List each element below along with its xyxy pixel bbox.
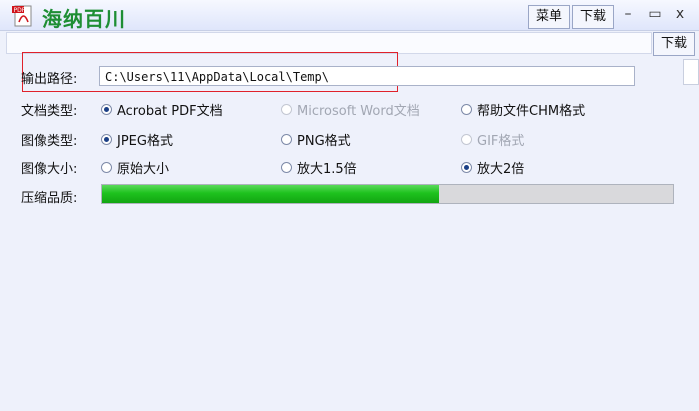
quality-progress-bar[interactable] <box>101 184 674 204</box>
radio-dot[interactable] <box>461 134 472 145</box>
radio-label: JPEG格式 <box>117 134 173 149</box>
radio-label: 放大1.5倍 <box>297 162 357 177</box>
radio-label: Acrobat PDF文档 <box>117 104 223 119</box>
radio-dot[interactable] <box>281 134 292 145</box>
url-input[interactable] <box>6 32 652 54</box>
pdf-app-icon: PDF <box>12 5 32 27</box>
maximize-icon[interactable]: ▭ <box>646 6 664 22</box>
radio-dot[interactable] <box>461 162 472 173</box>
image-size-label: 图像大小: <box>21 162 78 177</box>
app-title: 海纳百川 <box>42 7 126 31</box>
radio-dot[interactable] <box>281 162 292 173</box>
radio-word[interactable]: Microsoft Word文档 <box>281 100 420 119</box>
radio-dot[interactable] <box>101 104 112 115</box>
radio-dot[interactable] <box>101 134 112 145</box>
image-type-label: 图像类型: <box>21 134 78 149</box>
radio-label: 原始大小 <box>117 162 170 177</box>
radio-jpeg[interactable]: JPEG格式 <box>101 130 173 149</box>
download-button[interactable]: 下载 <box>572 5 614 29</box>
radio-label: PNG格式 <box>297 134 351 149</box>
radio-dot[interactable] <box>101 162 112 173</box>
menu-button[interactable]: 菜单 <box>528 5 570 29</box>
radio-label: 帮助文件CHM格式 <box>477 104 586 119</box>
close-icon[interactable]: x <box>671 6 689 22</box>
radio-zoom-1-5x[interactable]: 放大1.5倍 <box>281 158 357 177</box>
output-path-label: 输出路径: <box>21 72 78 87</box>
output-path-field[interactable]: C:\Users\11\AppData\Local\Temp\ <box>99 66 635 86</box>
radio-gif[interactable]: GIF格式 <box>461 130 524 149</box>
url-download-button[interactable]: 下载 <box>653 32 695 56</box>
radio-original-size[interactable]: 原始大小 <box>101 158 169 177</box>
radio-dot[interactable] <box>461 104 472 115</box>
quality-progress-fill <box>102 185 439 203</box>
svg-text:PDF: PDF <box>14 7 26 14</box>
minimize-icon[interactable]: – <box>619 6 637 22</box>
radio-dot[interactable] <box>281 104 292 115</box>
scrollbar[interactable] <box>683 59 699 85</box>
radio-chm[interactable]: 帮助文件CHM格式 <box>461 100 585 119</box>
radio-png[interactable]: PNG格式 <box>281 130 351 149</box>
quality-label: 压缩品质: <box>21 191 78 206</box>
radio-label: GIF格式 <box>477 134 525 149</box>
doc-type-label: 文档类型: <box>21 104 78 119</box>
radio-zoom-2x[interactable]: 放大2倍 <box>461 158 524 177</box>
radio-label: 放大2倍 <box>477 162 525 177</box>
radio-pdf[interactable]: Acrobat PDF文档 <box>101 100 223 119</box>
radio-label: Microsoft Word文档 <box>297 104 420 119</box>
